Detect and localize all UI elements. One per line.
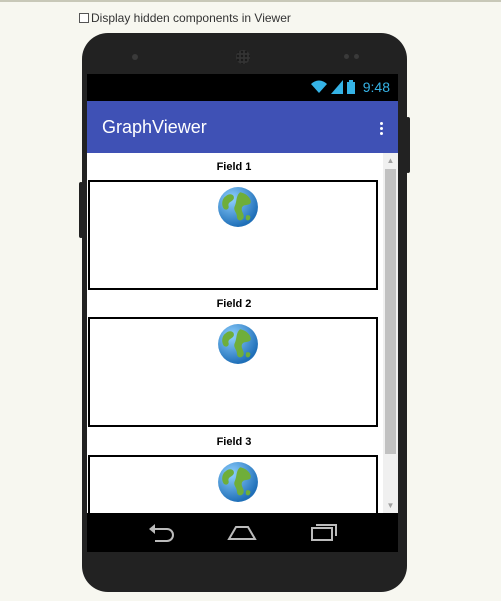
app-bar: GraphViewer (87, 101, 398, 153)
overflow-menu-icon[interactable] (380, 122, 384, 137)
top-divider (0, 0, 501, 2)
back-icon[interactable] (147, 521, 177, 543)
power-button (406, 117, 410, 173)
display-hidden-toggle[interactable]: Display hidden components in Viewer (79, 11, 291, 25)
globe-icon (218, 462, 258, 502)
signal-icon (330, 80, 343, 94)
earpiece-speaker (236, 50, 250, 64)
globe-icon (218, 187, 258, 227)
home-icon[interactable] (227, 521, 257, 543)
field-3-label: Field 3 (216, 436, 252, 448)
scroll-up-arrow-icon[interactable]: ▲ (383, 153, 398, 168)
vertical-scrollbar[interactable]: ▲ ▼ (383, 153, 398, 513)
status-bar: 9:48 (87, 74, 398, 101)
navigation-bar (87, 513, 398, 552)
field-1-label: Field 1 (216, 161, 252, 173)
field-2-canvas[interactable] (88, 317, 378, 427)
app-title: GraphViewer (102, 117, 207, 137)
screen-content[interactable]: Field 1 Field 2 Field 3 ▲ ▼ (87, 153, 398, 513)
recents-icon[interactable] (309, 521, 339, 543)
wifi-icon (310, 80, 327, 93)
proximity-sensor (354, 54, 359, 59)
volume-button (79, 182, 83, 238)
front-sensor (132, 54, 138, 60)
display-hidden-checkbox[interactable] (79, 13, 89, 23)
phone-screen: 9:48 GraphViewer Field 1 Field 2 Field 3… (87, 74, 398, 552)
globe-icon (218, 324, 258, 364)
display-hidden-label: Display hidden components in Viewer (91, 11, 291, 25)
battery-icon (346, 80, 355, 94)
scroll-thumb[interactable] (385, 169, 396, 454)
field-3-canvas[interactable] (88, 455, 378, 513)
scroll-down-arrow-icon[interactable]: ▼ (383, 498, 398, 513)
front-camera (344, 54, 349, 59)
field-1-canvas[interactable] (88, 180, 378, 290)
field-2-label: Field 2 (216, 298, 252, 310)
status-time: 9:48 (362, 79, 390, 95)
